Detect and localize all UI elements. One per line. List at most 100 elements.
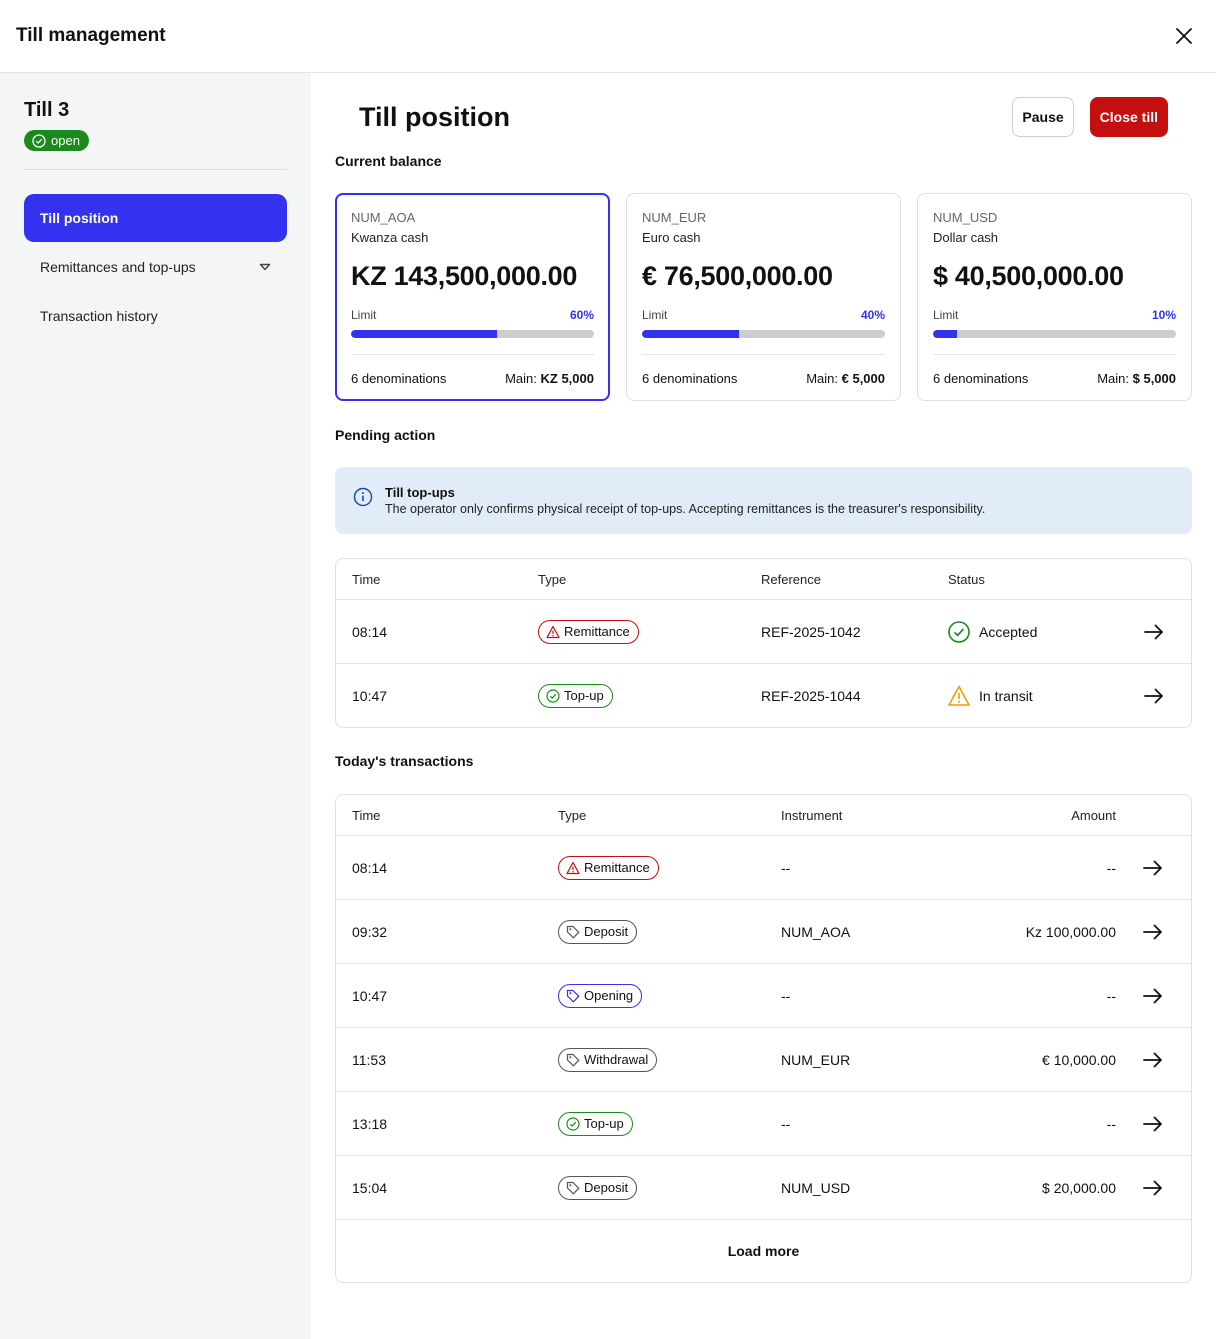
row-arrow-button[interactable] — [1142, 985, 1164, 1007]
arrow-right-icon — [1144, 624, 1163, 639]
check-circle-icon — [32, 133, 46, 148]
limit-label: Limit — [351, 308, 377, 322]
type-tag-label: Withdrawal — [584, 1052, 649, 1067]
arrow-right-icon — [1143, 1052, 1162, 1067]
till-status-label: open — [51, 133, 80, 148]
amount-cell: -- — [1106, 859, 1116, 876]
type-tag: Top-up — [538, 683, 613, 708]
status-label: In transit — [979, 687, 1033, 704]
info-icon — [353, 487, 373, 507]
check-circle-icon — [546, 688, 560, 703]
dialog-title: Till management — [16, 25, 166, 46]
warning-icon — [566, 861, 580, 874]
sidebar-item-remittances[interactable]: Remittances and top-ups — [24, 243, 287, 291]
amount-cell: Kz 100,000.00 — [1025, 923, 1116, 940]
arrow-right-icon — [1143, 1180, 1162, 1195]
main-denomination-value: KZ 5,000 — [540, 371, 594, 386]
table-row[interactable]: 08:14 Remittance -- -- — [336, 835, 1191, 899]
currency-code: NUM_EUR — [642, 210, 707, 225]
main-content: Till position Pause Close till Current b… — [311, 73, 1216, 1339]
column-header-status: Status — [948, 571, 985, 587]
till-status-badge: open — [24, 130, 89, 151]
denominations-count: 6 denominations — [642, 371, 738, 386]
row-arrow-button[interactable] — [1143, 685, 1165, 707]
row-arrow-button[interactable] — [1142, 1049, 1164, 1071]
pause-button[interactable]: Pause — [1012, 97, 1074, 137]
denominations-count: 6 denominations — [933, 371, 1029, 386]
type-tag: Top-up — [558, 1111, 633, 1136]
table-row[interactable]: 09:32 Deposit NUM_AOA Kz 100,000.00 — [336, 899, 1191, 963]
limit-progress-bar — [933, 330, 1176, 338]
sidebar-item-transaction-history[interactable]: Transaction history — [24, 292, 287, 340]
row-arrow-button[interactable] — [1143, 621, 1165, 643]
table-row[interactable]: 10:47 Top-up REF-2025-1044 In transit — [336, 663, 1191, 727]
load-more-button[interactable]: Load more — [336, 1219, 1191, 1282]
sidebar-item-till-position[interactable]: Till position — [24, 193, 287, 242]
transactions-table: Time Type Instrument Amount 08:14 Remitt… — [335, 794, 1192, 1283]
status-cell: In transit — [948, 685, 1143, 707]
column-header-type: Type — [538, 571, 567, 587]
limit-label: Limit — [642, 308, 668, 322]
tag-icon — [566, 1053, 580, 1066]
currency-name: Euro cash — [642, 230, 701, 245]
reference-cell: REF-2025-1044 — [761, 687, 861, 704]
column-header-instrument: Instrument — [781, 807, 843, 823]
tag-icon — [566, 989, 580, 1002]
main-denomination-label: Main: — [505, 371, 537, 386]
arrow-right-icon — [1143, 988, 1162, 1003]
close-dialog-button[interactable] — [1168, 20, 1200, 52]
sidebar-item-label: Transaction history — [40, 307, 158, 324]
balance-cards: NUM_AOA Kwanza cash KZ 143,500,000.00 Li… — [335, 193, 1192, 401]
card-divider — [642, 354, 885, 355]
instrument-cell: -- — [781, 987, 791, 1004]
table-row[interactable]: 15:04 Deposit NUM_USD $ 20,000.00 — [336, 1155, 1191, 1219]
main-denomination: Main: KZ 5,000 — [505, 371, 594, 386]
instrument-cell: -- — [781, 859, 791, 876]
status-cell: Accepted — [948, 620, 1143, 643]
limit-label: Limit — [933, 308, 959, 322]
column-header-time: Time — [352, 807, 381, 823]
time-cell: 13:18 — [352, 1115, 388, 1132]
pending-table: Time Type Reference Status 08:14 Remitta… — [335, 558, 1192, 728]
instrument-cell: NUM_EUR — [781, 1051, 851, 1068]
column-header-reference: Reference — [761, 571, 821, 587]
type-tag-label: Top-up — [564, 688, 604, 703]
balance-card-usd[interactable]: NUM_USD Dollar cash $ 40,500,000.00 Limi… — [917, 193, 1192, 401]
info-text: The operator only confirms physical rece… — [385, 502, 986, 516]
limit-percent: 40% — [860, 308, 885, 322]
table-row[interactable]: 10:47 Opening -- -- — [336, 963, 1191, 1027]
table-row[interactable]: 08:14 Remittance REF-2025-1042 Accepted — [336, 599, 1191, 663]
type-tag: Deposit — [558, 919, 638, 944]
row-arrow-button[interactable] — [1142, 921, 1164, 943]
balance-card-aoa[interactable]: NUM_AOA Kwanza cash KZ 143,500,000.00 Li… — [335, 193, 610, 401]
arrow-right-icon — [1143, 860, 1162, 875]
info-title: Till top-ups — [385, 485, 455, 500]
arrow-right-icon — [1143, 924, 1162, 939]
till-name: Till 3 — [24, 99, 70, 121]
row-arrow-button[interactable] — [1142, 1113, 1164, 1135]
sidebar-divider — [24, 168, 287, 170]
sidebar: Till 3 open Till position Remittances an… — [0, 73, 311, 1339]
pending-action-heading: Pending action — [335, 427, 436, 443]
close-till-button[interactable]: Close till — [1089, 97, 1168, 137]
arrow-right-icon — [1143, 1116, 1162, 1131]
time-cell: 09:32 — [352, 923, 388, 940]
row-arrow-button[interactable] — [1142, 1177, 1164, 1199]
currency-code: NUM_AOA — [351, 210, 416, 225]
balance-card-eur[interactable]: NUM_EUR Euro cash € 76,500,000.00 Limit 4… — [626, 193, 901, 401]
close-icon — [1176, 28, 1192, 44]
type-tag-label: Top-up — [584, 1116, 624, 1131]
balance-amount: € 76,500,000.00 — [642, 261, 833, 291]
check-circle-icon — [566, 1116, 580, 1131]
sidebar-item-label: Till position — [40, 209, 119, 226]
table-header-row: Time Type Instrument Amount — [336, 795, 1191, 835]
currency-name: Kwanza cash — [351, 230, 429, 245]
row-arrow-button[interactable] — [1142, 857, 1164, 879]
page-title: Till position — [359, 101, 510, 132]
table-row[interactable]: 13:18 Top-up -- -- — [336, 1091, 1191, 1155]
warning-icon — [546, 625, 560, 638]
arrow-right-icon — [1144, 688, 1163, 703]
table-row[interactable]: 11:53 Withdrawal NUM_EUR € 10,000.00 — [336, 1027, 1191, 1091]
dialog-header: Till management — [0, 0, 1216, 73]
check-circle-icon — [948, 620, 970, 643]
